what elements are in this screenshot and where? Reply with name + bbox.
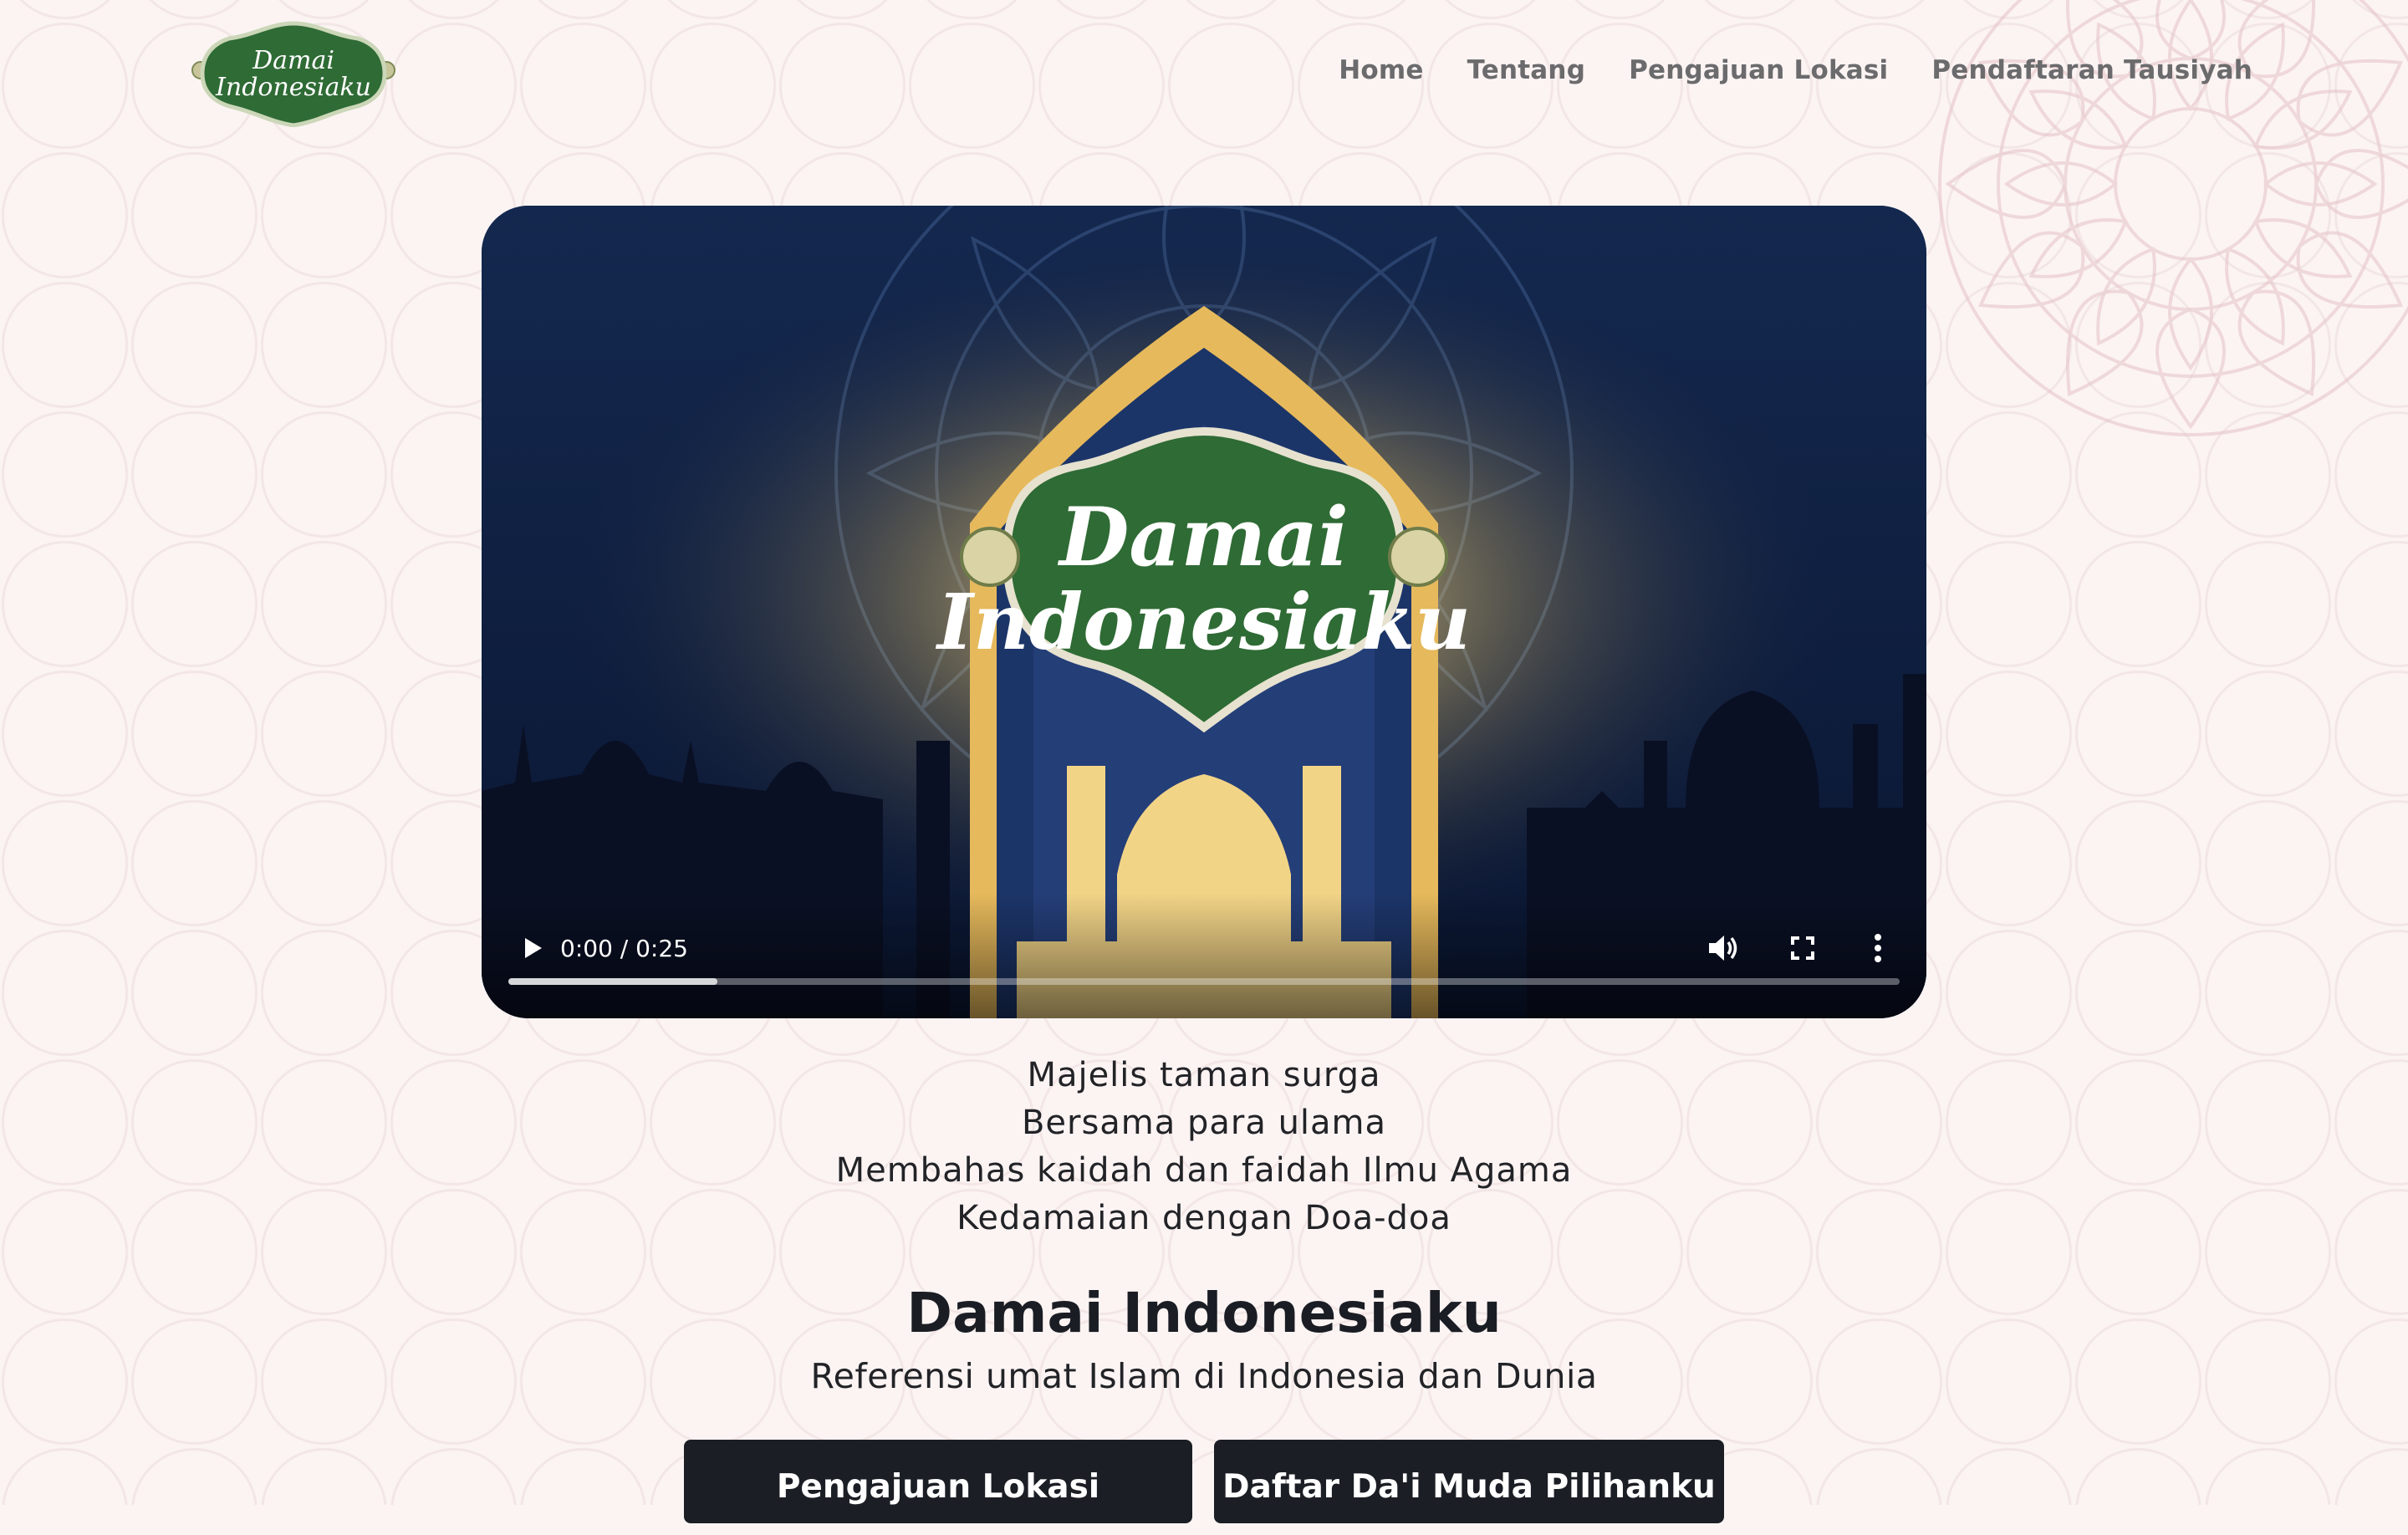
play-icon[interactable] [515, 931, 548, 965]
pengajuan-lokasi-button[interactable]: Pengajuan Lokasi [684, 1440, 1192, 1523]
tagline-line: Kedamaian dengan Doa-doa [957, 1199, 1451, 1237]
nav-pendaftaran-tausiyah[interactable]: Pendaftaran Tausiyah [1931, 55, 2252, 85]
more-options-icon[interactable] [1861, 930, 1895, 966]
nav-home[interactable]: Home [1339, 55, 1423, 85]
video-controls: 0:00 / 0:25 [482, 893, 1926, 1018]
video-player[interactable]: Damai Indonesiaku 0:00 / 0:25 [482, 206, 1926, 1018]
site-header: Damai Indonesiaku Home Tentang Pengajuan… [0, 0, 2408, 150]
tagline: Majelis taman surga Bersama para ulama M… [0, 1052, 2408, 1242]
tagline-line: Membahas kaidah dan faidah Ilmu Agama [835, 1151, 1573, 1190]
daftar-dai-muda-button[interactable]: Daftar Da'i Muda Pilihanku [1214, 1440, 1724, 1523]
fullscreen-icon[interactable] [1786, 931, 1819, 965]
volume-icon[interactable] [1704, 930, 1741, 966]
main-nav: Home Tentang Pengajuan Lokasi Pendaftara… [1339, 55, 2252, 85]
video-time: 0:00 / 0:25 [560, 935, 688, 962]
nav-pengajuan-lokasi[interactable]: Pengajuan Lokasi [1629, 55, 1888, 85]
video-buffered-fill [508, 978, 717, 985]
video-progress-bar[interactable] [508, 978, 1900, 985]
logo-text-line2: Indonesiaku [215, 73, 371, 102]
logo-text-line1: Damai [252, 46, 334, 75]
tagline-line: Majelis taman surga [1027, 1056, 1381, 1094]
video-title-line1: Damai [1057, 490, 1349, 584]
tagline-line: Bersama para ulama [1021, 1104, 1387, 1142]
page-title: Damai Indonesiaku [906, 1281, 1502, 1345]
nav-tentang[interactable]: Tentang [1467, 55, 1586, 85]
page-subtitle: Referensi umat Islam di Indonesia dan Du… [810, 1356, 1598, 1396]
video-title-line2: Indonesiaku [935, 577, 1471, 667]
site-logo[interactable]: Damai Indonesiaku [191, 20, 396, 128]
